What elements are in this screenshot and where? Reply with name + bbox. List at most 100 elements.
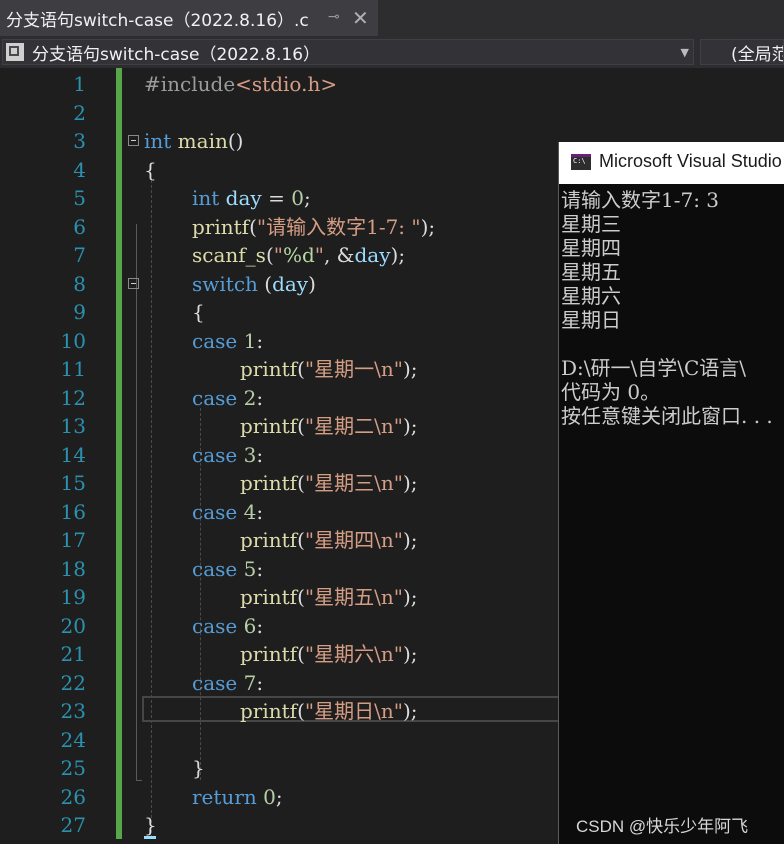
document-tab[interactable]: 分支语句switch-case（2022.8.16）.c ⊸ ✕: [0, 0, 378, 36]
line-number: 8: [73, 271, 86, 296]
keyword-token: case: [192, 328, 238, 353]
collapse-icon[interactable]: [128, 277, 139, 289]
punct-token: (: [257, 271, 273, 296]
line-number: 2: [73, 100, 86, 125]
code-text: {: [192, 300, 205, 324]
punct-token: );: [402, 642, 418, 666]
line-number: 4: [73, 157, 86, 182]
punct-token: (: [297, 699, 305, 723]
code-text: printf("星期四\n");: [240, 526, 417, 554]
punct-token: =: [261, 186, 292, 210]
code-text: case 2:: [192, 384, 263, 412]
keyword-token: switch: [192, 271, 258, 296]
punct-token: :: [256, 442, 264, 467]
punct-token: :: [256, 328, 264, 353]
keyword-token: return: [192, 784, 257, 809]
close-icon[interactable]: ✕: [352, 6, 369, 30]
variable-token: day: [354, 243, 391, 267]
keyword-token: case: [192, 385, 238, 410]
string-token: "星期三\n": [304, 471, 403, 495]
line-number: 21: [60, 642, 86, 666]
project-label: 分支语句switch-case（2022.8.16）: [32, 44, 321, 65]
project-dropdown[interactable]: 分支语句switch-case（2022.8.16） ▼: [2, 39, 694, 65]
code-text: case 6:: [192, 612, 263, 640]
function-token: printf: [240, 471, 298, 495]
include-path: <stdio.h>: [235, 72, 338, 96]
line-number: 3: [73, 129, 86, 153]
line-number: 10: [60, 328, 86, 353]
console-titlebar[interactable]: Microsoft Visual Studio: [559, 142, 784, 184]
chevron-down-icon[interactable]: ▼: [681, 46, 689, 59]
string-token: "星期日\n": [304, 699, 403, 723]
keyword-token: case: [192, 556, 238, 581]
string-token: "星期六\n": [304, 642, 403, 666]
line-number: 18: [60, 556, 86, 581]
line-number: 16: [60, 499, 86, 524]
string-token: "请输入数字1-7: ": [256, 214, 421, 239]
code-text: return 0;: [192, 783, 283, 811]
navigation-bar: 分支语句switch-case（2022.8.16） ▼ (全局范: [0, 36, 784, 68]
line-number: 22: [60, 670, 86, 695]
punct-token: (: [297, 528, 305, 552]
code-text: printf("星期五\n");: [240, 583, 417, 611]
function-token: printf: [240, 528, 298, 552]
code-text: printf("星期日\n");: [240, 697, 417, 725]
line-number: 13: [60, 414, 86, 438]
line-number: 1: [73, 72, 86, 96]
code-text: }: [192, 756, 205, 780]
punct-token: );: [402, 471, 418, 495]
project-icon: [6, 43, 24, 61]
punct-token: ;: [275, 784, 283, 809]
string-token: "星期四\n": [304, 528, 403, 552]
scope-label: (全局范: [731, 44, 784, 65]
code-text: case 4:: [192, 498, 263, 526]
punct-token: :: [256, 613, 264, 638]
scope-dropdown[interactable]: (全局范: [700, 39, 784, 65]
punct-token: );: [402, 357, 418, 381]
code-text: printf("星期一\n");: [240, 355, 417, 383]
collapse-icon[interactable]: [128, 135, 139, 146]
punct-token: (: [249, 214, 257, 239]
line-number: 24: [60, 727, 86, 752]
line-number: 9: [73, 300, 86, 324]
number-token: 0: [291, 186, 304, 210]
punct-token: :: [256, 499, 264, 524]
code-text: printf("请输入数字1-7: ");: [192, 213, 435, 241]
code-text: }: [144, 813, 157, 837]
code-text: printf("星期三\n");: [240, 469, 417, 497]
number-token: 7: [237, 670, 257, 695]
document-tab-bar: 分支语句switch-case（2022.8.16）.c ⊸ ✕: [0, 0, 784, 36]
number-token: 1: [237, 328, 257, 353]
line-number: 12: [60, 385, 86, 410]
number-token: 5: [237, 556, 257, 581]
punct-token: , &: [323, 243, 355, 267]
code-text: int day = 0;: [192, 184, 311, 212]
string-token: ": [314, 243, 324, 267]
function-token: printf: [192, 214, 250, 239]
punct-token: (: [297, 585, 305, 609]
variable-token: day: [219, 186, 262, 210]
punct-token: (): [227, 129, 244, 153]
pin-icon[interactable]: ⊸: [328, 9, 340, 25]
tab-title: 分支语句switch-case（2022.8.16）.c: [6, 10, 309, 31]
line-number: 6: [73, 214, 86, 239]
console-window[interactable]: Microsoft Visual Studio 请输入数字1-7: 3 星期三 …: [558, 142, 784, 844]
function-token: scanf_s: [192, 243, 266, 267]
preprocessor-token: #include: [144, 72, 236, 96]
punct-token: ;: [303, 186, 311, 210]
punct-token: (: [265, 243, 274, 267]
code-text: case 3:: [192, 441, 263, 469]
code-text: case 1:: [192, 327, 263, 355]
keyword-token: int: [144, 129, 172, 153]
console-output: 请输入数字1-7: 3 星期三 星期四 星期五 星期六 星期日 D:\研一\自学…: [561, 188, 773, 428]
code-text: {: [144, 157, 157, 182]
punct-token: );: [402, 414, 418, 438]
number-token: 4: [237, 499, 257, 524]
punct-token: (: [297, 414, 305, 438]
string-token: "星期五\n": [304, 585, 403, 609]
code-text: switch (day): [192, 270, 316, 298]
punct-token: );: [402, 699, 418, 723]
keyword-token: int: [192, 186, 220, 210]
line-number: 19: [60, 585, 86, 609]
variable-token: day: [272, 271, 309, 296]
